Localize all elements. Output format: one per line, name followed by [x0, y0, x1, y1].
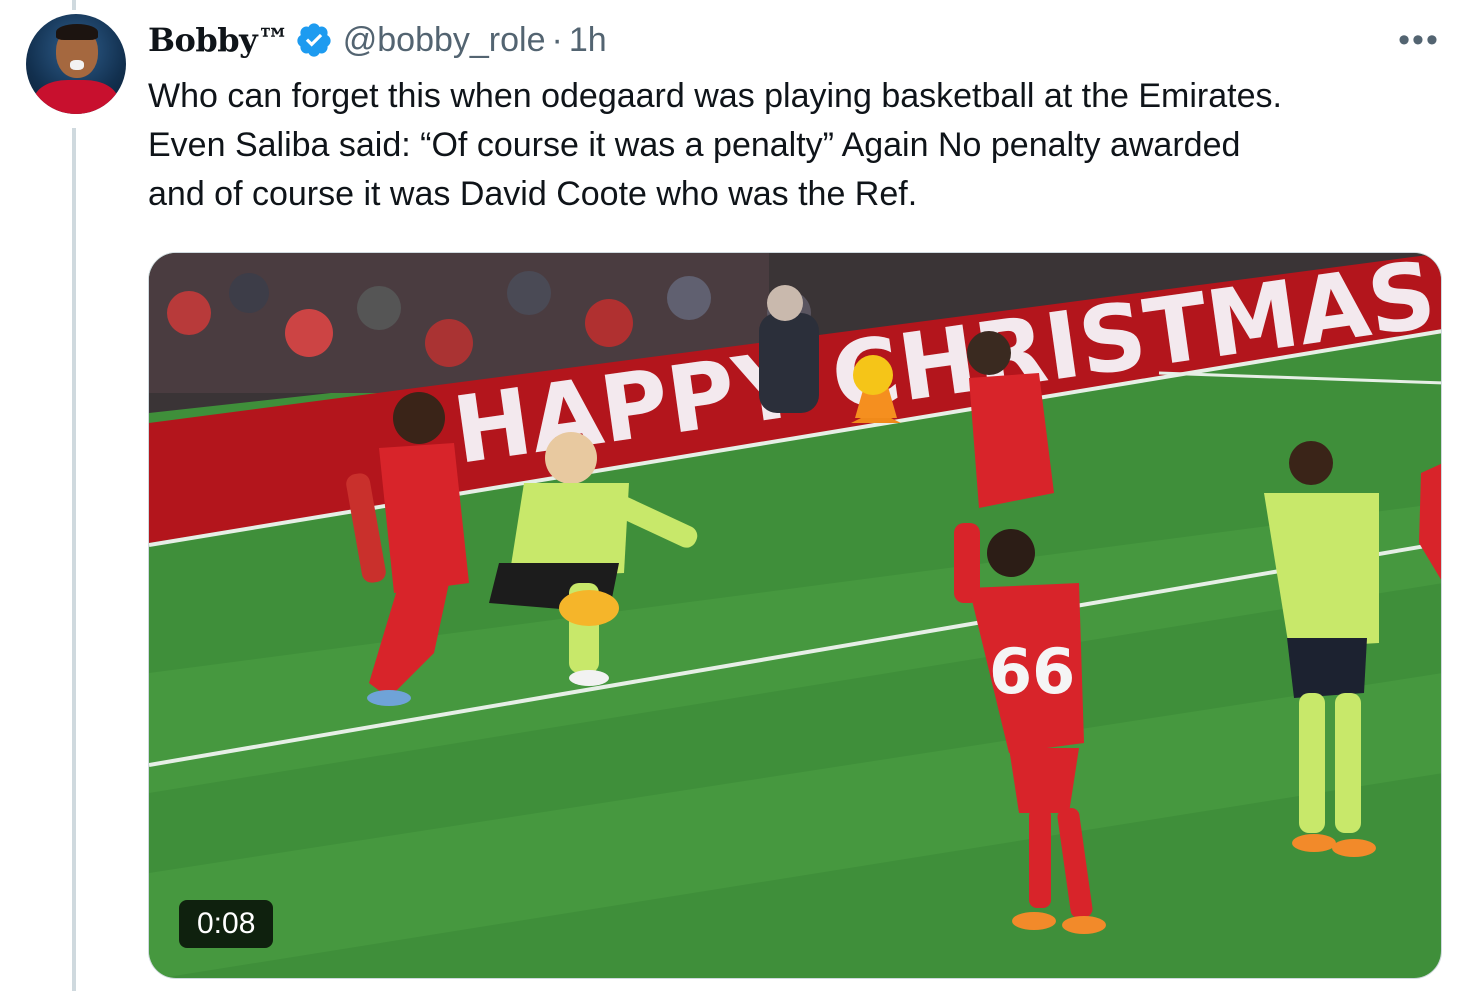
timestamp[interactable]: 1h	[569, 21, 607, 60]
verified-badge-icon[interactable]	[295, 21, 333, 59]
tweet[interactable]: Bobby™ @bobby_role · 1h ••• Who can forg…	[0, 0, 1460, 991]
tweet-text-line: and of course it was David Coote who was…	[148, 175, 918, 213]
avatar-hair	[56, 24, 98, 40]
shirt-number: 66	[989, 635, 1075, 708]
avatar[interactable]	[26, 14, 126, 114]
tweet-text-line: Who can forget this when odegaard was pl…	[148, 77, 1282, 115]
tweet-text-line: Even Saliba said: “Of course it was a pe…	[148, 126, 1241, 164]
thread-connector	[72, 128, 76, 991]
tweet-header: Bobby™ @bobby_role · 1h	[148, 16, 607, 64]
ball	[853, 355, 893, 395]
tweet-text: Who can forget this when odegaard was pl…	[148, 72, 1448, 219]
thread-connector-top	[72, 0, 76, 10]
display-name[interactable]: Bobby™	[148, 21, 289, 59]
user-handle[interactable]: @bobby_role	[343, 21, 546, 60]
video-duration: 0:08	[179, 900, 274, 948]
avatar-shirt	[34, 80, 118, 114]
separator-dot: ·	[551, 20, 563, 59]
avatar-mouth	[70, 60, 84, 70]
more-options-icon[interactable]: •••	[1394, 20, 1444, 60]
video-frame: HAPPY CHRISTMAS 66	[149, 253, 1441, 978]
video-player[interactable]: HAPPY CHRISTMAS 66 0:08	[148, 252, 1442, 979]
